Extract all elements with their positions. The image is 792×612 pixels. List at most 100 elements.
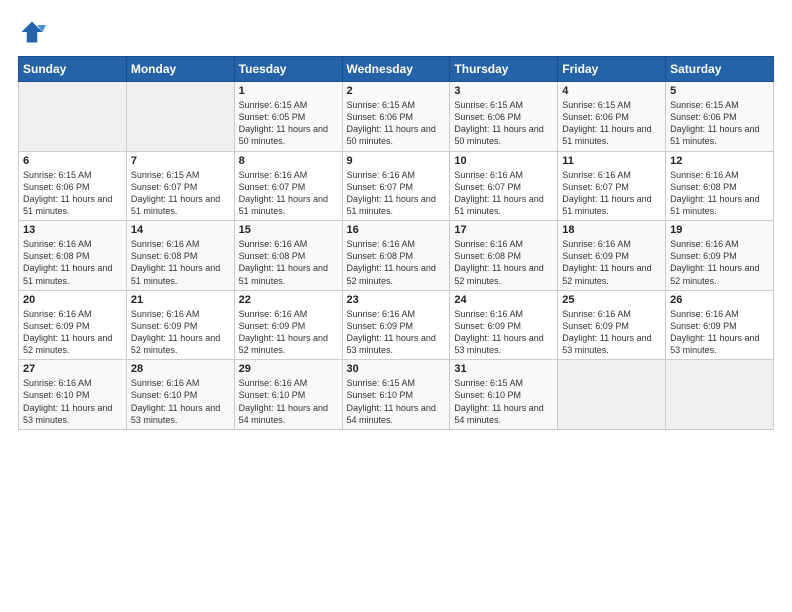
calendar-cell: 18 Sunrise: 6:16 AM Sunset: 6:09 PM Dayli…	[558, 221, 666, 291]
calendar-cell	[666, 360, 774, 430]
day-number: 23	[347, 294, 446, 306]
calendar-cell: 30 Sunrise: 6:15 AM Sunset: 6:10 PM Dayli…	[342, 360, 450, 430]
cell-info: Sunrise: 6:16 AM Sunset: 6:07 PM Dayligh…	[454, 169, 553, 218]
day-number: 7	[131, 155, 230, 167]
cell-info: Sunrise: 6:16 AM Sunset: 6:09 PM Dayligh…	[131, 308, 230, 357]
logo-icon	[18, 18, 46, 46]
weekday-header: Friday	[558, 57, 666, 82]
day-number: 1	[239, 85, 338, 97]
calendar-week-row: 1 Sunrise: 6:15 AM Sunset: 6:05 PM Daylig…	[19, 82, 774, 152]
cell-info: Sunrise: 6:16 AM Sunset: 6:10 PM Dayligh…	[23, 377, 122, 426]
cell-info: Sunrise: 6:16 AM Sunset: 6:09 PM Dayligh…	[562, 308, 661, 357]
cell-info: Sunrise: 6:16 AM Sunset: 6:08 PM Dayligh…	[454, 238, 553, 287]
day-number: 18	[562, 224, 661, 236]
cell-info: Sunrise: 6:16 AM Sunset: 6:09 PM Dayligh…	[23, 308, 122, 357]
day-number: 17	[454, 224, 553, 236]
calendar-cell: 15 Sunrise: 6:16 AM Sunset: 6:08 PM Dayli…	[234, 221, 342, 291]
cell-info: Sunrise: 6:16 AM Sunset: 6:10 PM Dayligh…	[239, 377, 338, 426]
day-number: 5	[670, 85, 769, 97]
cell-info: Sunrise: 6:16 AM Sunset: 6:09 PM Dayligh…	[562, 238, 661, 287]
calendar-week-row: 27 Sunrise: 6:16 AM Sunset: 6:10 PM Dayli…	[19, 360, 774, 430]
day-number: 21	[131, 294, 230, 306]
day-number: 22	[239, 294, 338, 306]
weekday-header: Monday	[126, 57, 234, 82]
weekday-header: Wednesday	[342, 57, 450, 82]
calendar-cell: 2 Sunrise: 6:15 AM Sunset: 6:06 PM Daylig…	[342, 82, 450, 152]
day-number: 12	[670, 155, 769, 167]
day-number: 2	[347, 85, 446, 97]
cell-info: Sunrise: 6:16 AM Sunset: 6:09 PM Dayligh…	[239, 308, 338, 357]
calendar-cell: 11Sunrise: 6:16 AM Sunset: 6:07 PM Dayli…	[558, 151, 666, 221]
cell-info: Sunrise: 6:15 AM Sunset: 6:06 PM Dayligh…	[454, 99, 553, 148]
cell-info: Sunrise: 6:16 AM Sunset: 6:09 PM Dayligh…	[347, 308, 446, 357]
day-number: 4	[562, 85, 661, 97]
calendar-week-row: 13 Sunrise: 6:16 AM Sunset: 6:08 PM Dayli…	[19, 221, 774, 291]
cell-info: Sunrise: 6:16 AM Sunset: 6:08 PM Dayligh…	[23, 238, 122, 287]
cell-info: Sunrise: 6:15 AM Sunset: 6:05 PM Dayligh…	[239, 99, 338, 148]
calendar-cell: 19 Sunrise: 6:16 AM Sunset: 6:09 PM Dayli…	[666, 221, 774, 291]
day-number: 30	[347, 363, 446, 375]
calendar-cell	[558, 360, 666, 430]
day-number: 20	[23, 294, 122, 306]
calendar-cell: 21 Sunrise: 6:16 AM Sunset: 6:09 PM Dayli…	[126, 290, 234, 360]
calendar-cell: 6Sunrise: 6:15 AM Sunset: 6:06 PM Daylig…	[19, 151, 127, 221]
cell-info: Sunrise: 6:16 AM Sunset: 6:08 PM Dayligh…	[239, 238, 338, 287]
calendar-cell: 29 Sunrise: 6:16 AM Sunset: 6:10 PM Dayli…	[234, 360, 342, 430]
calendar-cell: 26Sunrise: 6:16 AM Sunset: 6:09 PM Dayli…	[666, 290, 774, 360]
day-number: 24	[454, 294, 553, 306]
cell-info: Sunrise: 6:16 AM Sunset: 6:08 PM Dayligh…	[131, 238, 230, 287]
calendar-cell: 5 Sunrise: 6:15 AM Sunset: 6:06 PM Daylig…	[666, 82, 774, 152]
weekday-header: Thursday	[450, 57, 558, 82]
calendar-cell: 23 Sunrise: 6:16 AM Sunset: 6:09 PM Dayli…	[342, 290, 450, 360]
cell-info: Sunrise: 6:16 AM Sunset: 6:07 PM Dayligh…	[239, 169, 338, 218]
calendar-cell: 12 Sunrise: 6:16 AM Sunset: 6:08 PM Dayli…	[666, 151, 774, 221]
day-number: 29	[239, 363, 338, 375]
calendar-cell: 8 Sunrise: 6:16 AM Sunset: 6:07 PM Daylig…	[234, 151, 342, 221]
cell-info: Sunrise: 6:15 AM Sunset: 6:06 PM Dayligh…	[562, 99, 661, 148]
calendar-cell: 14 Sunrise: 6:16 AM Sunset: 6:08 PM Dayli…	[126, 221, 234, 291]
day-number: 14	[131, 224, 230, 236]
cell-info: Sunrise: 6:15 AM Sunset: 6:06 PM Dayligh…	[347, 99, 446, 148]
day-number: 11	[562, 155, 661, 167]
calendar-cell: 16 Sunrise: 6:16 AM Sunset: 6:08 PM Dayli…	[342, 221, 450, 291]
day-number: 27	[23, 363, 122, 375]
calendar-cell: 13 Sunrise: 6:16 AM Sunset: 6:08 PM Dayli…	[19, 221, 127, 291]
calendar-cell: 3 Sunrise: 6:15 AM Sunset: 6:06 PM Daylig…	[450, 82, 558, 152]
calendar-cell: 31 Sunrise: 6:15 AM Sunset: 6:10 PM Dayli…	[450, 360, 558, 430]
cell-info: Sunrise: 6:16 AM Sunset: 6:09 PM Dayligh…	[454, 308, 553, 357]
calendar-week-row: 20 Sunrise: 6:16 AM Sunset: 6:09 PM Dayli…	[19, 290, 774, 360]
cell-info: Sunrise: 6:16 AM Sunset: 6:08 PM Dayligh…	[347, 238, 446, 287]
day-number: 3	[454, 85, 553, 97]
day-number: 19	[670, 224, 769, 236]
cell-info: Sunrise: 6:15 AM Sunset: 6:10 PM Dayligh…	[347, 377, 446, 426]
cell-info: Sunrise: 6:15 AM Sunset: 6:07 PM Dayligh…	[131, 169, 230, 218]
day-number: 26	[670, 294, 769, 306]
cell-info: Sunrise: 6:15 AM Sunset: 6:06 PM Dayligh…	[670, 99, 769, 148]
calendar-cell	[126, 82, 234, 152]
weekday-header: Sunday	[19, 57, 127, 82]
calendar-week-row: 6Sunrise: 6:15 AM Sunset: 6:06 PM Daylig…	[19, 151, 774, 221]
calendar-cell: 17 Sunrise: 6:16 AM Sunset: 6:08 PM Dayli…	[450, 221, 558, 291]
cell-info: Sunrise: 6:15 AM Sunset: 6:10 PM Dayligh…	[454, 377, 553, 426]
calendar-cell: 25Sunrise: 6:16 AM Sunset: 6:09 PM Dayli…	[558, 290, 666, 360]
cell-info: Sunrise: 6:16 AM Sunset: 6:10 PM Dayligh…	[131, 377, 230, 426]
page: SundayMondayTuesdayWednesdayThursdayFrid…	[0, 0, 792, 612]
day-number: 13	[23, 224, 122, 236]
day-number: 15	[239, 224, 338, 236]
calendar-cell: 10Sunrise: 6:16 AM Sunset: 6:07 PM Dayli…	[450, 151, 558, 221]
day-number: 31	[454, 363, 553, 375]
calendar: SundayMondayTuesdayWednesdayThursdayFrid…	[18, 56, 774, 430]
day-number: 8	[239, 155, 338, 167]
day-number: 16	[347, 224, 446, 236]
calendar-cell: 22 Sunrise: 6:16 AM Sunset: 6:09 PM Dayli…	[234, 290, 342, 360]
calendar-cell: 27 Sunrise: 6:16 AM Sunset: 6:10 PM Dayli…	[19, 360, 127, 430]
calendar-cell: 4 Sunrise: 6:15 AM Sunset: 6:06 PM Daylig…	[558, 82, 666, 152]
cell-info: Sunrise: 6:16 AM Sunset: 6:08 PM Dayligh…	[670, 169, 769, 218]
cell-info: Sunrise: 6:15 AM Sunset: 6:06 PM Dayligh…	[23, 169, 122, 218]
calendar-cell: 1 Sunrise: 6:15 AM Sunset: 6:05 PM Daylig…	[234, 82, 342, 152]
weekday-header: Tuesday	[234, 57, 342, 82]
cell-info: Sunrise: 6:16 AM Sunset: 6:09 PM Dayligh…	[670, 238, 769, 287]
weekday-header: Saturday	[666, 57, 774, 82]
day-number: 28	[131, 363, 230, 375]
calendar-cell: 24 Sunrise: 6:16 AM Sunset: 6:09 PM Dayli…	[450, 290, 558, 360]
